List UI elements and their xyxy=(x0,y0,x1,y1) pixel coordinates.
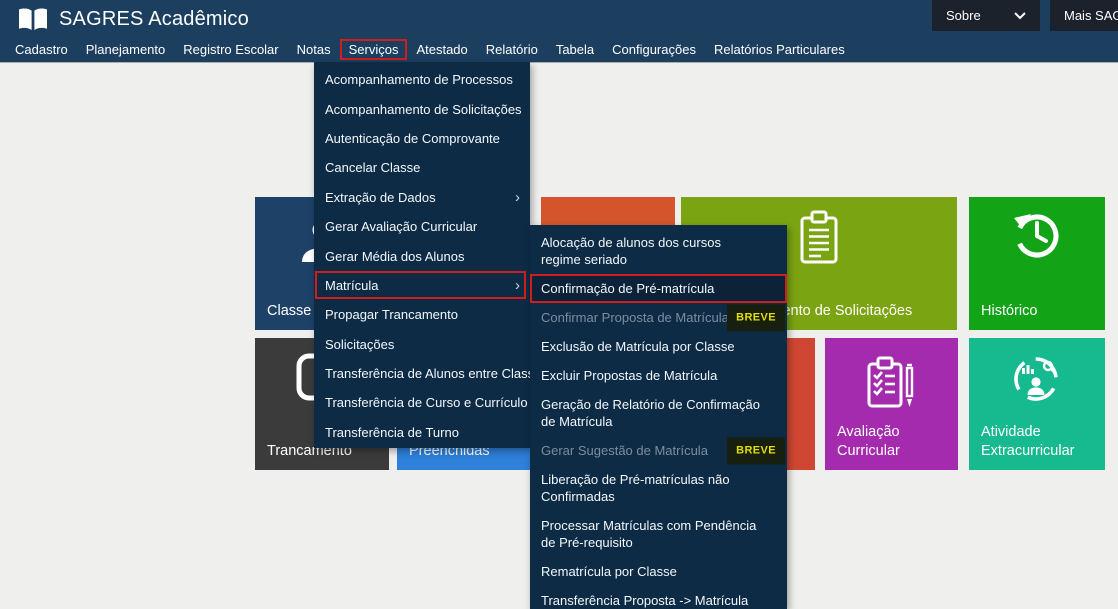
menu-item-notas[interactable]: Notas xyxy=(288,39,340,60)
history-icon xyxy=(1011,209,1063,261)
app-title: SAGRES Acadêmico xyxy=(59,8,249,31)
dropdown-item-propagar-trancamento[interactable]: Propagar Trancamento xyxy=(314,300,530,329)
about-button-label: Sobre xyxy=(946,8,981,23)
breve-badge: BREVE xyxy=(727,304,785,331)
menu-item-atestado[interactable]: Atestado xyxy=(407,39,476,60)
dropdown-item-acompanhamento-processos[interactable]: Acompanhamento de Processos xyxy=(314,65,530,94)
menu-item-servicos[interactable]: Serviços xyxy=(340,39,408,60)
tile-label: Avaliação Curricular xyxy=(837,423,950,461)
tile-label: Atividade Extracurricular xyxy=(981,423,1097,461)
submenu-item-confirmacao-pre-matricula[interactable]: Confirmação de Pré-matrícula xyxy=(530,274,787,303)
dropdown-item-extracao-dados[interactable]: Extração de Dados xyxy=(314,183,530,212)
menu-item-tabela[interactable]: Tabela xyxy=(547,39,603,60)
chevron-down-icon xyxy=(1014,12,1026,20)
submenu-item-label: Confirmar Proposta de Matrícula xyxy=(541,310,729,325)
about-button[interactable]: Sobre xyxy=(932,0,1040,31)
submenu-item-gerar-sugestao[interactable]: Gerar Sugestão de Matrícula BREVE xyxy=(530,436,787,465)
clipboard-check-icon xyxy=(865,356,917,410)
submenu-item-label: Gerar Sugestão de Matrícula xyxy=(541,443,708,458)
screen: Classe Acompanhamento de Solicitações xyxy=(0,0,1118,609)
more-button-label: Mais SAGR xyxy=(1064,8,1118,23)
dropdown-item-gerar-avaliacao-curricular[interactable]: Gerar Avaliação Curricular xyxy=(314,212,530,241)
dropdown-item-label: Matrícula xyxy=(325,278,378,293)
book-icon xyxy=(18,7,48,32)
menu-item-cadastro[interactable]: Cadastro xyxy=(6,39,77,60)
dropdown-item-matricula[interactable]: Matrícula xyxy=(314,271,530,300)
menu-item-configuracoes[interactable]: Configurações xyxy=(603,39,705,60)
menu-item-relatorio[interactable]: Relatório xyxy=(477,39,547,60)
dropdown-item-solicitacoes[interactable]: Solicitações xyxy=(314,330,530,359)
submenu-item-processar-matriculas-pendencia[interactable]: Processar Matrículas com Pendência de Pr… xyxy=(530,511,787,557)
submenu-item-confirmar-proposta[interactable]: Confirmar Proposta de Matrícula BREVE xyxy=(530,303,787,332)
submenu-item-alocacao-alunos[interactable]: Alocação de alunos dos cursos regime ser… xyxy=(530,228,787,274)
more-sagres-button[interactable]: Mais SAGR xyxy=(1050,0,1118,31)
tile-atividade-extracurricular[interactable]: Atividade Extracurricular xyxy=(969,338,1105,470)
matricula-submenu: Alocação de alunos dos cursos regime ser… xyxy=(530,225,787,609)
dropdown-item-acompanhamento-solicitacoes[interactable]: Acompanhamento de Solicitações xyxy=(314,94,530,123)
tile-historico[interactable]: Histórico xyxy=(969,197,1105,330)
breve-badge: BREVE xyxy=(727,437,785,464)
menu-item-planejamento[interactable]: Planejamento xyxy=(77,39,175,60)
people-network-icon xyxy=(1010,353,1062,405)
dropdown-item-transferencia-turno[interactable]: Transferência de Turno xyxy=(314,418,530,447)
dropdown-item-cancelar-classe[interactable]: Cancelar Classe xyxy=(314,153,530,182)
submenu-item-geracao-relatorio-confirmacao[interactable]: Geração de Relatório de Confirmação de M… xyxy=(530,390,787,436)
clipboard-list-icon xyxy=(799,210,839,266)
submenu-item-rematricula-classe[interactable]: Rematrícula por Classe xyxy=(530,557,787,586)
menu-item-relatorios-particulares[interactable]: Relatórios Particulares xyxy=(705,39,854,60)
submenu-item-excluir-propostas[interactable]: Excluir Propostas de Matrícula xyxy=(530,361,787,390)
header: SAGRES Acadêmico Sobre Mais SAGR Cadastr… xyxy=(0,0,1118,62)
dropdown-item-transferencia-alunos-classes[interactable]: Transferência de Alunos entre Classes xyxy=(314,359,530,388)
submenu-item-exclusao-matricula-classe[interactable]: Exclusão de Matrícula por Classe xyxy=(530,332,787,361)
tile-avaliacao-curricular[interactable]: Avaliação Curricular xyxy=(825,338,958,470)
dropdown-item-transferencia-curso-curriculo[interactable]: Transferência de Curso e Currículo xyxy=(314,388,530,417)
tile-label: Histórico xyxy=(981,302,1097,321)
dropdown-item-autenticacao-comprovante[interactable]: Autenticação de Comprovante xyxy=(314,124,530,153)
menu-item-registro-escolar[interactable]: Registro Escolar xyxy=(174,39,287,60)
app-brand: SAGRES Acadêmico xyxy=(18,5,249,33)
services-dropdown: Acompanhamento de Processos Acompanhamen… xyxy=(314,62,530,448)
dropdown-item-gerar-media-alunos[interactable]: Gerar Média dos Alunos xyxy=(314,241,530,270)
submenu-item-transferencia-proposta-matricula[interactable]: Transferência Proposta -> Matrícula xyxy=(530,586,787,609)
menubar: Cadastro Planejamento Registro Escolar N… xyxy=(6,36,854,62)
submenu-item-liberacao-pre-matriculas[interactable]: Liberação de Pré-matrículas não Confirma… xyxy=(530,465,787,511)
